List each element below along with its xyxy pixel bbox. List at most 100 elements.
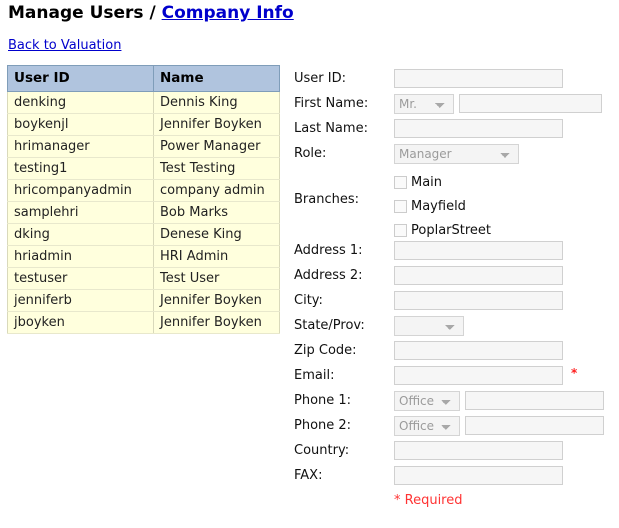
cell-name[interactable]: Denese King [153,223,280,246]
label-email: Email: [294,367,335,383]
user-details-form: User ID: First Name: Mr. Last Name: Role… [294,66,614,512]
cell-user-id[interactable]: hricompanyadmin [7,179,154,202]
table-row[interactable]: hrimanager Power Manager [7,135,280,158]
address2-input[interactable] [394,266,563,285]
label-address1: Address 1: [294,242,363,258]
zip-code-input[interactable] [394,341,563,360]
cell-user-id[interactable]: dking [7,223,154,246]
cell-name[interactable]: Power Manager [153,135,280,158]
form-row-user-id: User ID: [294,66,614,91]
label-last-name: Last Name: [294,120,368,136]
back-to-valuation-link[interactable]: Back to Valuation [8,38,121,54]
field-zone-country [394,441,563,460]
form-row-email: Email: * [294,363,614,388]
branch-option-main[interactable]: Main [394,170,491,194]
field-zone-city [394,291,563,310]
phone1-type-select[interactable]: Office [394,390,460,411]
checkbox-icon[interactable] [394,223,407,237]
last-name-input[interactable] [394,119,563,138]
branch-option-mayfield[interactable]: Mayfield [394,194,491,218]
label-branches: Branches: [294,192,360,207]
table-row[interactable]: hriadmin HRI Admin [7,245,280,268]
table-row[interactable]: dking Denese King [7,223,280,246]
page-title: Manage Users / Company Info [8,2,294,24]
fax-input[interactable] [394,466,563,485]
page-title-main: Manage Users [8,3,144,23]
label-city: City: [294,292,323,308]
field-zone-last-name [394,119,563,138]
branch-label: Main [411,174,443,190]
title-select[interactable]: Mr. [394,93,454,114]
label-zip-code: Zip Code: [294,342,357,358]
field-zone-fax [394,466,563,485]
cell-user-id[interactable]: hriadmin [7,245,154,268]
checkbox-icon[interactable] [394,175,407,189]
required-note-row: * Required [294,488,614,512]
cell-name[interactable]: Jennifer Boyken [153,289,280,312]
first-name-input[interactable] [459,94,602,113]
form-row-branches: Branches: Main Mayfield PoplarStreet [294,166,614,238]
role-select[interactable]: Manager [394,143,519,164]
cell-name[interactable]: HRI Admin [153,245,280,268]
table-row[interactable]: jenniferb Jennifer Boyken [7,289,280,312]
table-row[interactable]: hricompanyadmin company admin [7,179,280,202]
cell-user-id[interactable]: testuser [7,267,154,290]
cell-user-id[interactable]: samplehri [7,201,154,224]
cell-user-id[interactable]: testing1 [7,157,154,180]
table-row[interactable]: denking Dennis King [7,91,280,114]
required-note-text: * Required [394,492,463,508]
phone2-type-select[interactable]: Office [394,415,460,436]
company-info-link[interactable]: Company Info [162,3,294,23]
cell-name[interactable]: Jennifer Boyken [153,311,280,334]
cell-name[interactable]: Test User [153,267,280,290]
table-row[interactable]: samplehri Bob Marks [7,201,280,224]
column-header-user-id[interactable]: User ID [7,65,154,92]
cell-name[interactable]: Dennis King [153,91,280,114]
form-row-phone1: Phone 1: Office [294,388,614,413]
form-row-role: Role: Manager [294,141,614,166]
branches-checkbox-group: Main Mayfield PoplarStreet [394,166,491,242]
column-header-name[interactable]: Name [153,65,280,92]
country-input[interactable] [394,441,563,460]
cell-user-id[interactable]: hrimanager [7,135,154,158]
field-zone-phone1: Office [394,390,604,411]
label-state-prov: State/Prov: [294,317,365,333]
table-row[interactable]: boykenjl Jennifer Boyken [7,113,280,136]
email-required-marker: * [571,366,578,380]
title-separator: / [149,3,156,23]
branch-option-poplarstreet[interactable]: PoplarStreet [394,218,491,242]
field-zone-address2 [394,266,563,285]
email-input[interactable] [394,366,563,385]
checkbox-icon[interactable] [394,199,407,213]
table-row[interactable]: testing1 Test Testing [7,157,280,180]
field-zone-phone2: Office [394,415,604,436]
form-row-zip-code: Zip Code: [294,338,614,363]
form-row-address1: Address 1: [294,238,614,263]
users-table-body: denking Dennis King boykenjl Jennifer Bo… [7,91,280,334]
cell-user-id[interactable]: jenniferb [7,289,154,312]
phone1-input[interactable] [465,391,604,410]
label-phone1: Phone 1: [294,392,352,408]
form-row-state-prov: State/Prov: [294,313,614,338]
label-phone2: Phone 2: [294,417,352,433]
city-input[interactable] [394,291,563,310]
address1-input[interactable] [394,241,563,260]
cell-name[interactable]: Jennifer Boyken [153,113,280,136]
field-zone-email: * [394,366,577,385]
form-row-phone2: Phone 2: Office [294,413,614,438]
user-id-input[interactable] [394,69,563,88]
cell-user-id[interactable]: boykenjl [7,113,154,136]
branch-label: Mayfield [411,198,466,214]
table-row[interactable]: testuser Test User [7,267,280,290]
cell-user-id[interactable]: denking [7,91,154,114]
cell-name[interactable]: Test Testing [153,157,280,180]
state-prov-select[interactable] [394,315,464,336]
field-zone-first-name: Mr. [394,93,602,114]
cell-user-id[interactable]: jboyken [7,311,154,334]
cell-name[interactable]: Bob Marks [153,201,280,224]
phone2-input[interactable] [465,416,604,435]
cell-name[interactable]: company admin [153,179,280,202]
table-row[interactable]: jboyken Jennifer Boyken [7,311,280,334]
field-zone-address1 [394,241,563,260]
branch-label: PoplarStreet [411,222,492,238]
